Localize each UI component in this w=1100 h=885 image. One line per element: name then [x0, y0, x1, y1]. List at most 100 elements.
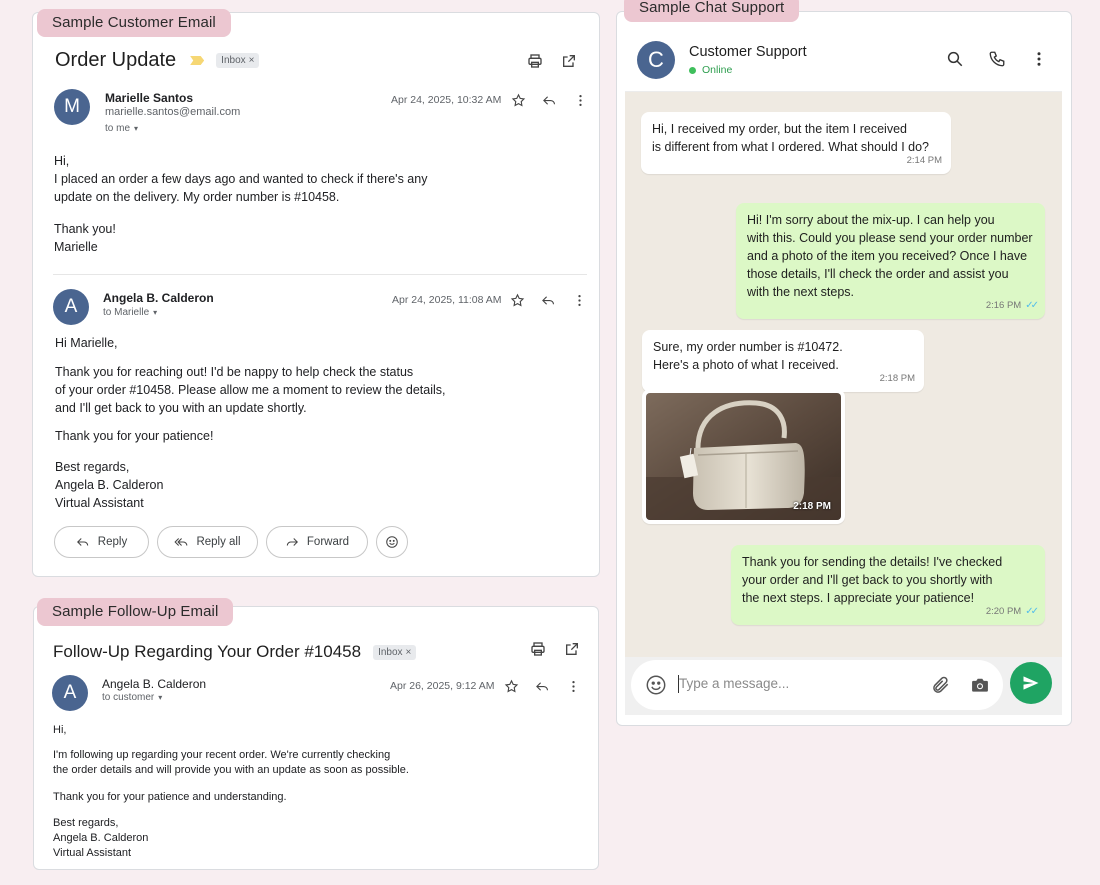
chevron-down-icon: ▾	[153, 308, 158, 317]
reply-button[interactable]: Reply	[54, 526, 149, 558]
label-followup-email: Sample Follow-Up Email	[37, 598, 234, 626]
inbox-label-chip[interactable]: Inbox ×	[216, 53, 260, 68]
incoming-image-message[interactable]: 2:18 PM	[642, 389, 845, 524]
recipient-dropdown[interactable]: to me ▾	[105, 123, 138, 134]
body-line: of your order #10458. Please allow me a …	[55, 383, 446, 397]
message-line: is different from what I ordered. What s…	[652, 140, 929, 154]
chevron-down-icon: ▾	[158, 693, 163, 702]
recipient-dropdown[interactable]: to customer ▾	[102, 692, 162, 703]
camera-icon[interactable]	[970, 675, 990, 700]
sender-name: Marielle Santos	[105, 91, 194, 105]
label-chat-support: Sample Chat Support	[624, 0, 800, 22]
customer-email-card: Order Update Inbox × M Marielle Santos m…	[32, 12, 600, 577]
message-time: 2:16 PM	[985, 300, 1022, 311]
more-options-icon[interactable]	[573, 93, 588, 113]
send-button[interactable]	[1010, 662, 1052, 704]
recipient-label: to Marielle	[103, 307, 150, 318]
received-item-photo[interactable]: 2:18 PM	[646, 393, 841, 520]
avatar: A	[52, 675, 88, 711]
status-label: Online	[702, 64, 733, 76]
body-line: Virtual Assistant	[55, 496, 144, 510]
message-time: 2:14 PM	[906, 155, 942, 166]
body-line: Best regards,	[53, 817, 119, 829]
body-line: update on the delivery. My order number …	[54, 190, 340, 204]
chat-header: C Customer Support Online	[625, 30, 1062, 92]
subject-row: Order Update Inbox ×	[55, 49, 260, 72]
open-new-window-icon[interactable]	[561, 53, 577, 69]
more-options-icon[interactable]	[1030, 50, 1048, 73]
message-date: Apr 24, 2025, 10:32 AM	[391, 94, 502, 106]
important-marker-icon[interactable]	[190, 56, 205, 65]
reply-icon[interactable]	[542, 93, 557, 113]
contact-avatar[interactable]: C	[637, 41, 675, 79]
chevron-down-icon: ▾	[134, 124, 139, 133]
message-line: your order and I'll get back to you shor…	[742, 573, 993, 587]
body-line: Angela B. Calderon	[55, 478, 164, 492]
incoming-message: Hi, I received my order, but the item I …	[641, 112, 951, 174]
reply-icon	[76, 538, 88, 546]
message-line: Hi, I received my order, but the item I …	[652, 122, 907, 136]
emoji-reaction-button[interactable]	[376, 526, 408, 558]
recipient-dropdown[interactable]: to Marielle ▾	[103, 307, 157, 318]
body-line: the order details and will provide you w…	[53, 764, 409, 776]
body-line: Hi,	[54, 154, 70, 168]
reply-icon[interactable]	[541, 293, 556, 313]
reply-icon[interactable]	[535, 679, 550, 699]
send-icon	[1023, 676, 1039, 690]
message-line: Here's a photo of what I received.	[653, 358, 839, 372]
forward-label: Forward	[306, 536, 350, 548]
message-time-row: 2:16 PM ✓✓	[985, 297, 1039, 315]
more-options-icon[interactable]	[572, 293, 587, 313]
print-icon[interactable]	[530, 641, 546, 657]
remove-label-icon[interactable]: ×	[406, 647, 412, 658]
search-icon[interactable]	[946, 50, 964, 73]
inbox-label-chip[interactable]: Inbox ×	[373, 644, 417, 660]
avatar: M	[54, 89, 90, 125]
message-body: Hi, I placed an order a few days ago and…	[54, 152, 427, 256]
body-line: Thank you for reaching out! I'd be nappy…	[55, 365, 414, 379]
body-line: and I'll get back to you with an update …	[55, 401, 307, 415]
inbox-chip-label: Inbox	[378, 646, 403, 658]
message-line: those details, I'll check the order and …	[747, 267, 1009, 281]
outgoing-message: Hi! I'm sorry about the mix-up. I can he…	[736, 203, 1045, 319]
star-icon[interactable]	[510, 293, 525, 313]
chat-messages-area[interactable]: Hi, I received my order, but the item I …	[625, 92, 1062, 664]
email-subject: Follow-Up Regarding Your Order #10458	[53, 642, 362, 661]
forward-button[interactable]: Forward	[266, 526, 368, 558]
reply-all-icon	[174, 538, 188, 546]
attachment-icon[interactable]	[931, 675, 951, 700]
recipient-label: to me	[105, 123, 131, 134]
body-line: Thank you!	[54, 222, 116, 236]
message-input[interactable]: Type a message...	[679, 676, 789, 691]
more-options-icon[interactable]	[566, 679, 581, 699]
body-line: I placed an order a few days ago and wan…	[54, 172, 428, 186]
phone-icon[interactable]	[988, 50, 1006, 73]
sender-name: Angela B. Calderon	[102, 677, 207, 691]
print-icon[interactable]	[527, 53, 543, 69]
read-receipt-icon: ✓✓	[1025, 606, 1039, 617]
forward-icon	[286, 538, 298, 546]
emoji-icon[interactable]	[645, 674, 667, 701]
smiley-icon	[386, 536, 398, 548]
message-line: Thank you for sending the details! I've …	[742, 555, 1003, 569]
contact-name[interactable]: Customer Support	[689, 44, 807, 60]
label-customer-email: Sample Customer Email	[37, 9, 231, 37]
incoming-message: Sure, my order number is #10472. Here's …	[642, 330, 924, 392]
star-icon[interactable]	[511, 93, 526, 113]
reply-all-button[interactable]: Reply all	[157, 526, 258, 558]
body-line: I'm following up regarding your recent o…	[53, 749, 391, 761]
body-line: Hi,	[53, 724, 67, 736]
inbox-chip-label: Inbox	[221, 55, 246, 66]
body-line: Marielle	[54, 240, 98, 254]
message-body: Hi, I'm following up regarding your rece…	[53, 723, 409, 861]
reply-label: Reply	[97, 536, 128, 548]
open-new-window-icon[interactable]	[564, 641, 580, 657]
online-status: Online	[689, 64, 732, 76]
reply-all-label: Reply all	[196, 536, 241, 548]
star-icon[interactable]	[504, 679, 519, 699]
remove-label-icon[interactable]: ×	[249, 55, 255, 66]
recipient-label: to customer	[102, 692, 155, 703]
body-line: Virtual Assistant	[53, 847, 132, 859]
message-input-container[interactable]: Type a message...	[631, 660, 1003, 710]
chat-support-window: C Customer Support Online Hi, I received…	[616, 11, 1072, 726]
